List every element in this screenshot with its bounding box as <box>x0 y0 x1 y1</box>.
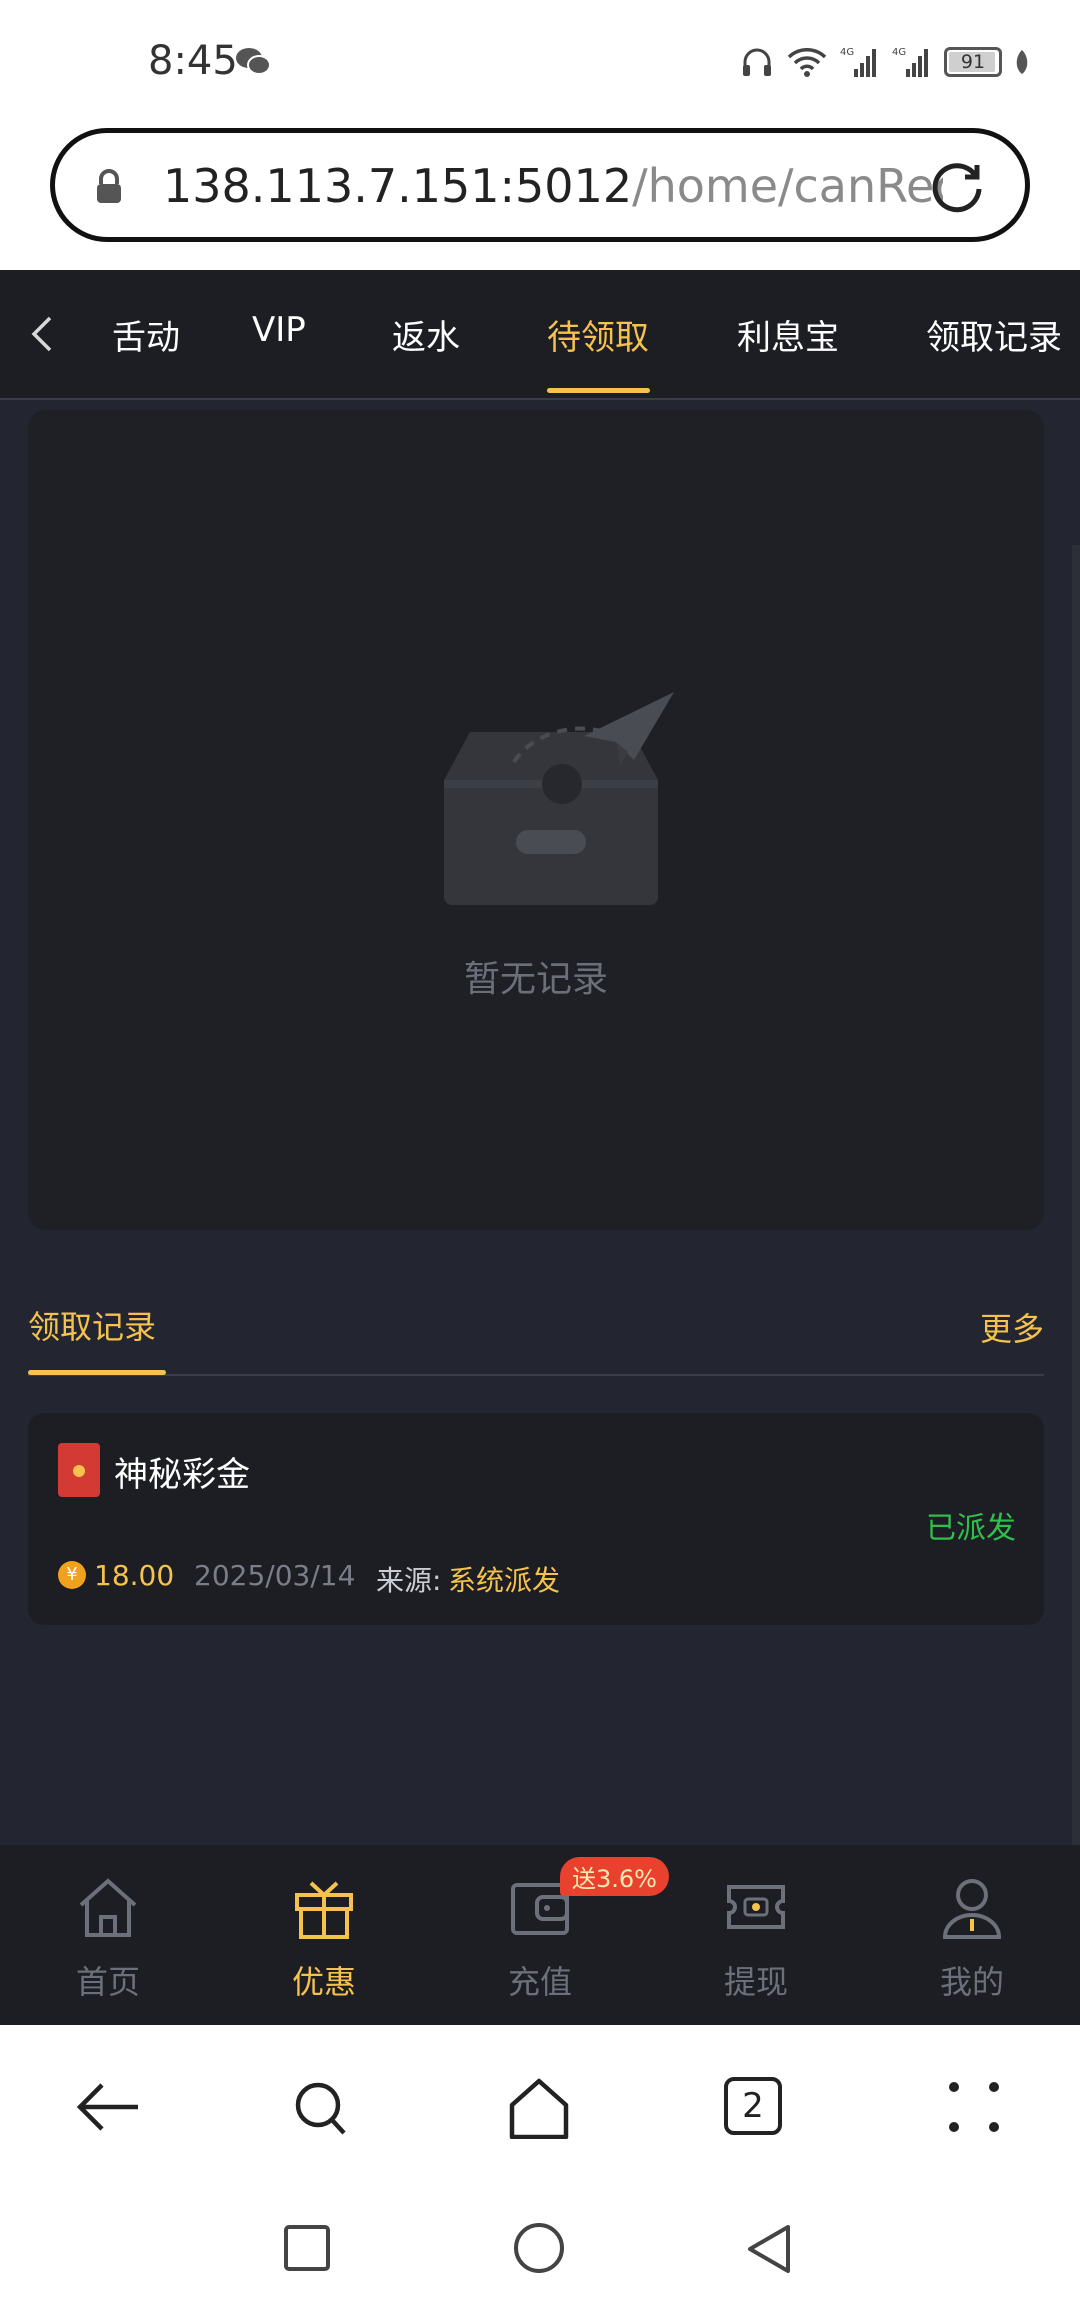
system-nav-bar <box>0 2195 1080 2310</box>
nav-profile[interactable]: 我的 <box>864 1845 1080 2025</box>
records-divider <box>28 1374 1044 1376</box>
home-icon <box>79 1878 137 1937</box>
back-triangle-icon[interactable] <box>744 2223 794 2277</box>
gift-icon <box>295 1881 353 1939</box>
nav-deposit-label: 充值 <box>507 1963 572 2001</box>
active-tab-indicator <box>547 388 650 393</box>
headphones-icon <box>743 48 771 76</box>
browser-toolbar: 2 <box>0 2025 1080 2195</box>
status-bar: 8:45 4G 4G 91 <box>0 0 1080 125</box>
tab-records[interactable]: 领取记录 <box>926 310 1062 359</box>
reload-icon[interactable] <box>927 155 989 217</box>
red-envelope-icon <box>58 1443 100 1497</box>
nav-promotions-label: 优惠 <box>291 1963 356 2001</box>
record-source-value: 系统派发 <box>448 1564 561 1597</box>
record-date: 2025/03/14 <box>194 1559 356 1592</box>
app-bottom-nav: 首页 优惠 送3.6% 充值 提现 我的 <box>0 1845 1080 2025</box>
empty-box-icon <box>444 692 674 905</box>
record-item[interactable]: 神秘彩金 已派发 ¥ 18.00 2025/03/14 来源: 系统派发 <box>28 1413 1044 1625</box>
recents-square-icon[interactable] <box>282 2223 332 2273</box>
address-bar[interactable]: 138.113.7.151:5012/home/canRec <box>50 128 1030 242</box>
wifi-icon <box>787 48 827 77</box>
battery-icon: 91 <box>944 47 1002 77</box>
tab-vip[interactable]: VIP <box>252 310 306 350</box>
tab-bar: 舌动 VIP 返水 待领取 利息宝 领取记录 <box>0 270 1080 400</box>
record-name: 神秘彩金 <box>114 1455 250 1495</box>
record-source-label: 来源: <box>376 1564 442 1597</box>
tab-rebate[interactable]: 返水 <box>392 310 460 359</box>
lock-icon <box>97 169 121 203</box>
empty-state-text: 暂无记录 <box>463 959 608 1000</box>
status-time: 8:45 <box>148 38 238 84</box>
tab-activity[interactable]: 舌动 <box>112 310 180 359</box>
nav-promotions[interactable]: 优惠 <box>216 1845 432 2025</box>
nav-withdraw[interactable]: 提现 <box>648 1845 864 2025</box>
cash-icon <box>727 1885 785 1929</box>
tab-interest[interactable]: 利息宝 <box>737 310 839 359</box>
app-content: 舌动 VIP 返水 待领取 利息宝 领取记录 暂无记录 领取记录 更多 神秘彩金… <box>0 270 1080 2025</box>
nav-withdraw-label: 提现 <box>723 1963 788 2001</box>
signal-icon-2: 4G <box>892 47 928 77</box>
more-dots-icon[interactable] <box>944 2077 1004 2137</box>
url-path: /home/canRec <box>632 159 943 213</box>
tab-pending[interactable]: 待领取 <box>547 310 649 359</box>
url-text[interactable]: 138.113.7.151:5012/home/canRec <box>163 159 943 213</box>
home-page-icon[interactable] <box>506 2077 572 2139</box>
home-circle-icon[interactable] <box>512 2223 566 2277</box>
nav-deposit[interactable]: 送3.6% 充值 <box>432 1845 669 2025</box>
records-section-title[interactable]: 领取记录 <box>28 1302 156 1348</box>
svg-text:4G: 4G <box>892 47 906 58</box>
record-status: 已派发 <box>926 1511 1016 1546</box>
signal-icon: 4G <box>840 47 876 77</box>
empty-state-card: 暂无记录 <box>28 410 1044 1230</box>
tabs-count-button[interactable]: 2 <box>724 2077 782 2135</box>
yuan-coin-icon: ¥ <box>58 1561 86 1589</box>
more-link[interactable]: 更多 <box>980 1304 1044 1350</box>
records-title-indicator <box>28 1370 166 1375</box>
scrollbar[interactable] <box>1072 545 1080 1845</box>
nav-home[interactable]: 首页 <box>0 1845 216 2025</box>
battery-level: 91 <box>960 51 986 73</box>
nav-home-label: 首页 <box>75 1963 140 2001</box>
url-host: 138.113.7.151:5012 <box>163 159 633 213</box>
search-icon[interactable] <box>290 2077 356 2139</box>
user-icon <box>942 1879 1002 1939</box>
back-arrow-icon[interactable] <box>74 2077 140 2137</box>
svg-text:4G: 4G <box>840 47 854 58</box>
wechat-icon <box>236 48 271 75</box>
status-icons: 4G 4G 91 <box>740 40 1030 84</box>
chevron-left-icon[interactable] <box>30 314 54 354</box>
record-amount: 18.00 <box>94 1559 175 1592</box>
leaf-icon <box>1016 50 1028 74</box>
nav-profile-label: 我的 <box>939 1963 1004 2001</box>
